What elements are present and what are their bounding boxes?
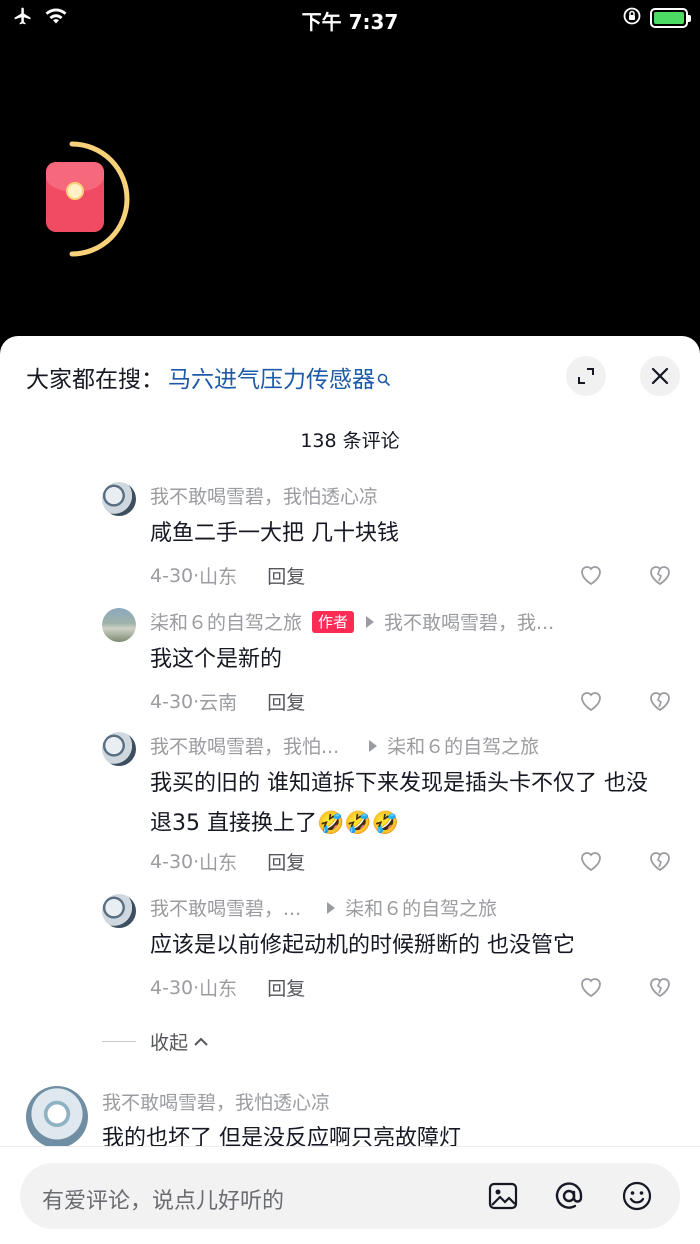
comment-input[interactable]: 有爱评论，说点儿好听的 [20, 1163, 680, 1229]
heart-icon[interactable] [579, 564, 603, 586]
reply-item: 柒和６的自驾之旅 作者 我不敢喝雪碧，我... 我这个是新的 4-30 · 云南 回… [102, 608, 670, 718]
collapse-label: 收起 [150, 1032, 189, 1054]
broken-heart-icon[interactable] [648, 690, 672, 712]
reply-location: 山东 [199, 852, 238, 874]
chevron-up-icon [194, 1037, 208, 1046]
emoji-icon[interactable] [620, 1179, 654, 1213]
broken-heart-icon[interactable] [648, 976, 672, 998]
reply-button[interactable]: 回复 [267, 562, 305, 589]
reply-button[interactable]: 回复 [267, 688, 305, 715]
battery-charging-icon [650, 8, 691, 28]
reply-username[interactable]: 我不敢喝雪碧，我怕透心凉 [150, 482, 378, 509]
reply-item: 我不敢喝雪碧，我怕... 柒和６的自驾之旅 我买的旧的 谁知道拆下来发现是插头卡… [102, 732, 670, 882]
reply-item: 我不敢喝雪碧，... 柒和６的自驾之旅 应该是以前修起动机的时候掰断的 也没管它… [102, 894, 670, 1004]
author-tag: 作者 [312, 610, 355, 633]
reply-date: 4-30 [150, 690, 194, 713]
broken-heart-icon[interactable] [648, 564, 672, 586]
trending-search[interactable]: 大家都在搜： 马六进气压力传感器 [26, 360, 391, 394]
collapse-replies-button[interactable]: 收起 [102, 1028, 210, 1055]
status-bar: 下午 7:37 [0, 0, 700, 36]
reply-location: 山东 [199, 978, 238, 1000]
reply-location: 云南 [199, 692, 238, 714]
reply-text: 应该是以前修起动机的时候掰断的 也没管它 [150, 933, 575, 958]
comment-username[interactable]: 我不敢喝雪碧，我怕透心凉 [102, 1088, 330, 1115]
reply-arrow-icon [327, 901, 336, 914]
reply-button[interactable]: 回复 [267, 848, 305, 875]
reply-username[interactable]: 柒和６的自驾之旅 [150, 608, 302, 635]
reply-date: 4-30 [150, 976, 194, 999]
red-packet-widget[interactable] [44, 140, 136, 258]
status-time: 下午 7:37 [301, 10, 399, 34]
comment-count: 138 条评论 [300, 430, 400, 452]
expand-icon [578, 368, 594, 384]
trending-search-label: 大家都在搜： [26, 367, 164, 393]
reply-text: 咸鱼二手一大把 几十块钱 [150, 521, 399, 546]
reply-date: 4-30 [150, 850, 194, 873]
avatar[interactable] [26, 1086, 88, 1148]
red-envelope-icon [46, 162, 104, 232]
avatar[interactable] [102, 482, 136, 516]
reply-username[interactable]: 我不敢喝雪碧，我怕... [150, 732, 339, 759]
reply-to-username[interactable]: 柒和６的自驾之旅 [387, 732, 539, 759]
expand-button[interactable] [566, 356, 606, 396]
avatar[interactable] [102, 732, 136, 766]
heart-icon[interactable] [579, 690, 603, 712]
trending-search-term[interactable]: 马六进气压力传感器 [168, 360, 375, 394]
reply-username[interactable]: 我不敢喝雪碧，... [150, 894, 301, 921]
rotation-lock-icon [622, 6, 642, 30]
comment-panel: 大家都在搜： 马六进气压力传感器 138 条评论 我不敢喝雪碧，我怕透心凉 咸鱼… [0, 336, 700, 1244]
avatar[interactable] [102, 608, 136, 642]
broken-heart-icon[interactable] [648, 850, 672, 872]
reply-item: 我不敢喝雪碧，我怕透心凉 咸鱼二手一大把 几十块钱 4-30 · 山东 回复 [102, 482, 670, 592]
close-button[interactable] [640, 356, 680, 396]
reply-button[interactable]: 回复 [267, 974, 305, 1001]
reply-arrow-icon [366, 615, 375, 628]
reply-arrow-icon [369, 739, 378, 752]
search-icon [377, 372, 391, 391]
reply-location: 山东 [199, 566, 238, 588]
reply-to-username[interactable]: 柒和６的自驾之旅 [345, 894, 497, 921]
comment-input-placeholder: 有爱评论，说点儿好听的 [42, 1189, 285, 1214]
image-icon[interactable] [486, 1179, 520, 1213]
mention-icon[interactable] [552, 1179, 586, 1213]
reply-text: 我这个是新的 [150, 647, 283, 672]
reply-to-username[interactable]: 我不敢喝雪碧，我... [384, 608, 554, 635]
heart-icon[interactable] [579, 850, 603, 872]
reply-text: 我买的旧的 谁知道拆下来发现是插头卡不仅了 也没退35 直接换上了🤣🤣🤣 [150, 771, 648, 836]
avatar[interactable] [102, 894, 136, 928]
heart-icon[interactable] [579, 976, 603, 998]
reply-date: 4-30 [150, 564, 194, 587]
divider [102, 1041, 136, 1042]
close-icon [651, 367, 669, 385]
comment-input-bar: 有爱评论，说点儿好听的 [0, 1146, 700, 1244]
